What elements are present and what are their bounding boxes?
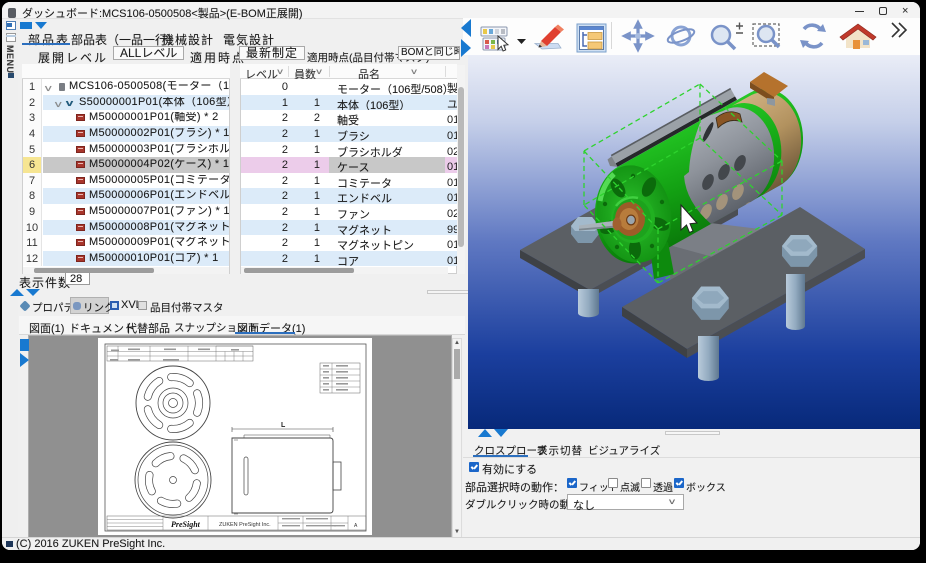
svg-text:PreSight: PreSight: [171, 520, 201, 529]
svg-text:ZUKEN PreSight Inc.: ZUKEN PreSight Inc.: [219, 522, 271, 528]
svg-text:L: L: [281, 422, 286, 429]
